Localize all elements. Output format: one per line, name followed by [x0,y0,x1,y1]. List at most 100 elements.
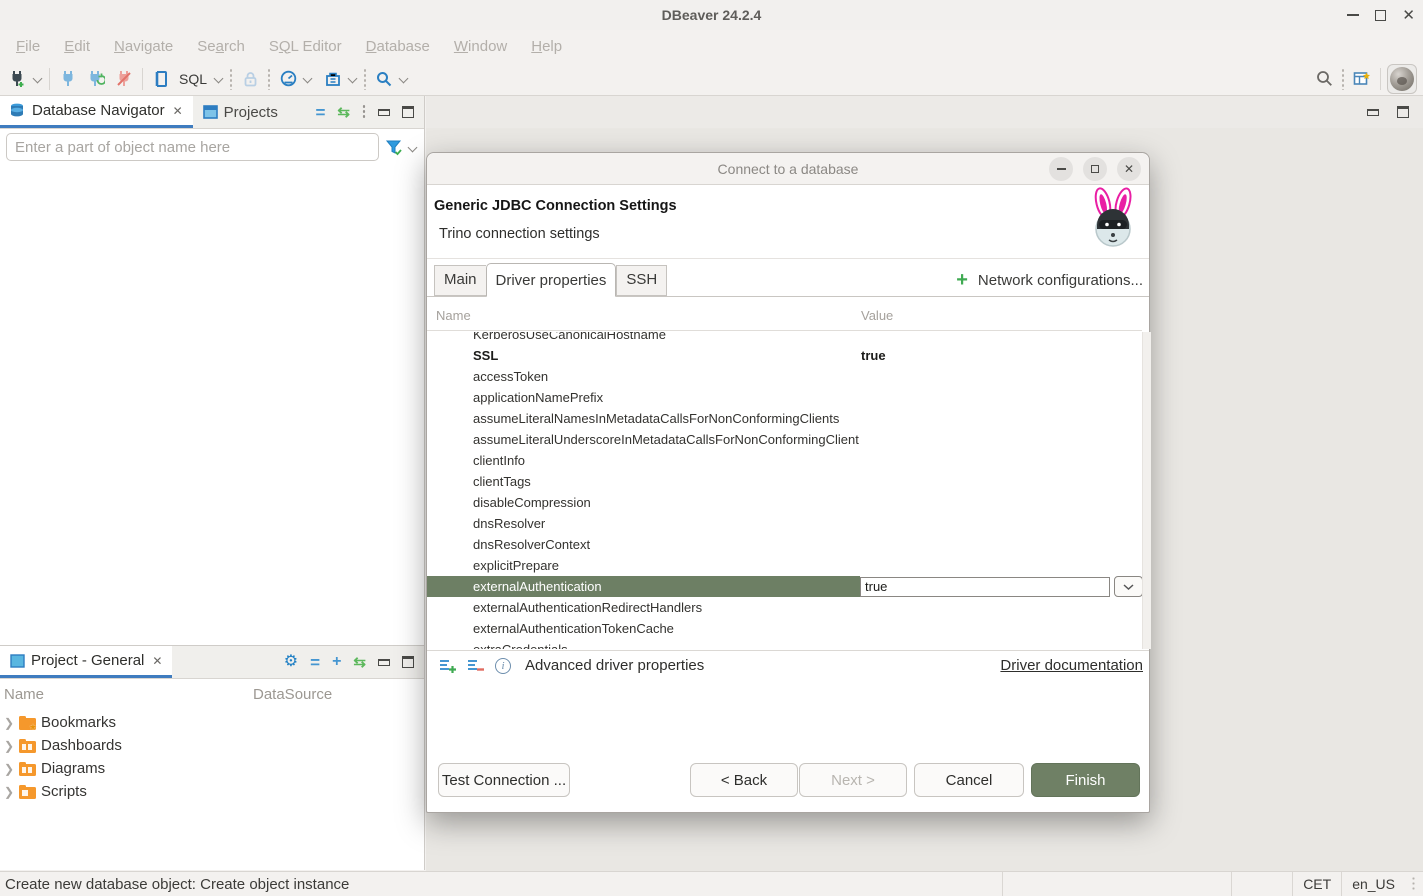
collapse-all-icon[interactable]: = [310,654,320,671]
property-row-externalAuthenticationRedirectHandlers[interactable]: externalAuthenticationRedirectHandlers [427,597,1142,618]
column-name[interactable]: Name [0,686,253,703]
dialog-minimize-button[interactable] [1049,157,1073,181]
dashboard-dropdown-icon[interactable] [304,74,313,83]
close-icon[interactable]: ✕ [1402,8,1415,23]
property-row-SSL[interactable]: SSLtrue [427,345,1142,366]
property-row-externalAuthentication[interactable]: externalAuthentication [427,576,1142,597]
finish-button[interactable]: Finish [1031,763,1140,797]
expand-chevron-icon[interactable]: ❯ [4,716,14,730]
back-button[interactable]: < Back [690,763,798,797]
maximize-icon[interactable] [1375,10,1386,21]
tab-ssh[interactable]: SSH [616,265,667,296]
status-timezone[interactable]: CET [1292,872,1341,896]
panel-minimize-icon[interactable] [378,659,390,666]
dialog-close-button[interactable]: ✕ [1117,157,1141,181]
settings-gear-icon[interactable]: ⚙ [284,654,298,670]
vertical-scrollbar[interactable] [1142,332,1151,649]
expand-all-icon[interactable]: + [332,654,341,670]
sql-editor-dropdown-icon[interactable] [215,74,224,83]
dialog-titlebar[interactable]: Connect to a database ✕ [427,153,1149,185]
dashboard-gauge-icon[interactable] [276,67,300,91]
editor-toolbar [426,96,1423,128]
sql-editor-label[interactable]: SQL [179,71,207,87]
property-row-dnsResolver[interactable]: dnsResolver [427,513,1142,534]
filter-icon[interactable] [385,139,403,156]
property-row-applicationNamePrefix[interactable]: applicationNamePrefix [427,387,1142,408]
tree-item-diagrams[interactable]: ❯Diagrams [0,757,424,780]
tab-projects[interactable]: Projects [193,96,288,128]
close-icon: ✕ [1124,163,1134,175]
view-menu-icon[interactable] [362,104,366,120]
expand-chevron-icon[interactable]: ❯ [4,785,14,799]
tree-item-scripts[interactable]: ❯Scripts [0,780,424,803]
menu-database: Database [356,34,440,59]
dialog-subheading: Trino connection settings [439,226,600,242]
expand-chevron-icon[interactable]: ❯ [4,739,14,753]
value-editor [860,576,1142,597]
cancel-button[interactable]: Cancel [914,763,1024,797]
connect-icon[interactable] [56,67,80,91]
quick-search-icon[interactable] [1312,67,1336,91]
property-row-assumeLiteralNamesInMetadataCallsForNonConformingClients[interactable]: assumeLiteralNamesInMetadataCallsForNonC… [427,408,1142,429]
property-row-KerberosUseCanonicalHostname[interactable]: KerberosUseCanonicalHostname [427,332,1142,345]
sql-editor-icon[interactable] [149,67,173,91]
project-tree: ❯★Bookmarks❯Dashboards❯Diagrams❯Scripts [0,709,424,803]
menu-help: Help [521,34,572,59]
perspective-icon[interactable] [1350,67,1374,91]
status-locale[interactable]: en_US [1341,872,1405,896]
menu-search: Search [187,34,255,59]
driver-documentation-link[interactable]: Driver documentation [1000,657,1143,674]
new-connection-dropdown-icon[interactable] [34,74,43,83]
tab-driver-properties[interactable]: Driver properties [486,263,617,297]
menu-window: Window [444,34,517,59]
minimize-icon[interactable] [1347,14,1359,16]
dialog-title: Connect to a database [718,161,859,177]
panel-maximize-icon[interactable] [402,106,414,118]
link-with-editor-icon[interactable]: ⇆ [353,655,366,670]
dialog-maximize-button[interactable] [1083,157,1107,181]
expand-chevron-icon[interactable]: ❯ [4,762,14,776]
property-value-input[interactable] [860,577,1110,597]
driver-manager-icon[interactable] [321,67,345,91]
toolbar-search-dropdown-icon[interactable] [400,74,409,83]
property-row-clientTags[interactable]: clientTags [427,471,1142,492]
tab-close-icon[interactable]: ✕ [152,654,162,668]
tab-database-navigator[interactable]: Database Navigator ✕ [0,96,193,128]
property-row-extraCredentials[interactable]: extraCredentials [427,639,1142,649]
object-filter-input[interactable] [6,133,379,161]
property-row-dnsResolverContext[interactable]: dnsResolverContext [427,534,1142,555]
add-property-icon[interactable] [439,658,457,674]
test-connection-button[interactable]: Test Connection ... [438,763,570,797]
property-row-externalAuthenticationTokenCache[interactable]: externalAuthenticationTokenCache [427,618,1142,639]
property-row-disableCompression[interactable]: disableCompression [427,492,1142,513]
editor-minimize-icon[interactable] [1367,109,1379,116]
collapse-all-icon[interactable]: = [315,104,325,121]
column-header-value[interactable]: Value [861,308,893,323]
filter-dropdown-icon[interactable] [409,143,418,152]
property-row-accessToken[interactable]: accessToken [427,366,1142,387]
panel-minimize-icon[interactable] [378,109,390,116]
property-row-assumeLiteralUnderscoreInMetadataCallsForNonConformingClients[interactable]: assumeLiteralUnderscoreInMetadataCallsFo… [427,429,1142,450]
editor-maximize-icon[interactable] [1397,106,1409,118]
link-with-editor-icon[interactable]: ⇆ [337,105,350,120]
property-row-clientInfo[interactable]: clientInfo [427,450,1142,471]
toolbar-search-icon[interactable] [372,67,396,91]
tree-item-bookmarks[interactable]: ❯★Bookmarks [0,711,424,734]
tab-project-general[interactable]: Project - General ✕ [0,646,172,678]
network-configurations-button[interactable]: + Network configurations... [956,270,1149,296]
tab-close-icon[interactable]: ✕ [173,104,183,118]
tree-item-dashboards[interactable]: ❯Dashboards [0,734,424,757]
value-dropdown-button[interactable] [1114,576,1142,597]
tab-main[interactable]: Main [434,265,486,296]
property-row-explicitPrepare[interactable]: explicitPrepare [427,555,1142,576]
column-datasource[interactable]: DataSource [253,686,332,703]
panel-maximize-icon[interactable] [402,656,414,668]
reconnect-icon[interactable] [84,67,108,91]
remove-property-icon[interactable] [467,658,485,674]
driver-manager-dropdown-icon[interactable] [349,74,358,83]
column-header-name[interactable]: Name [436,308,471,323]
disconnect-icon[interactable] [112,67,136,91]
dbeaver-logo-button[interactable] [1387,64,1417,94]
new-connection-icon[interactable] [6,67,30,91]
database-navigator-panel: Database Navigator ✕ Projects = ⇆ [0,96,425,645]
